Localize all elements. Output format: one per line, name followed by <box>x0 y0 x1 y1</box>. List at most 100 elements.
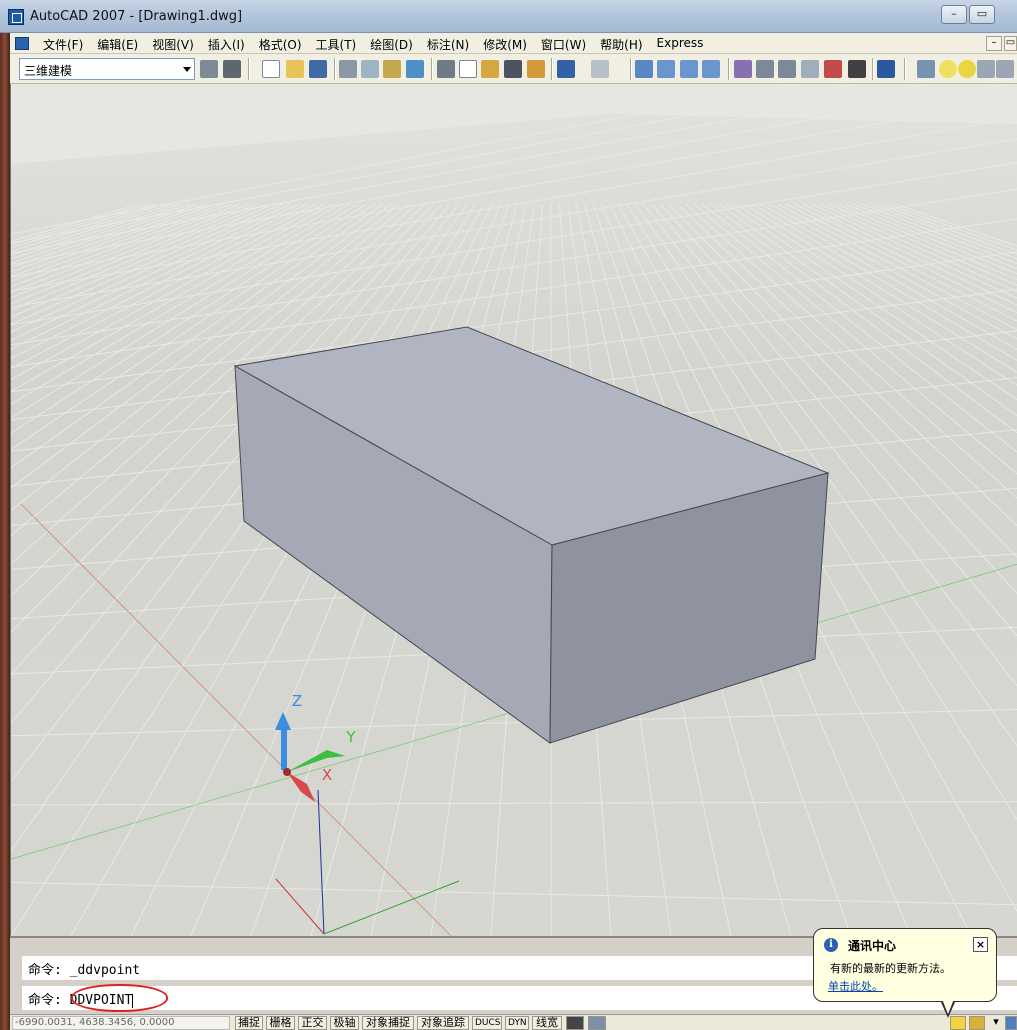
doc-minimize-button[interactable]: – <box>986 36 1002 51</box>
pan-icon[interactable] <box>635 60 653 78</box>
workspace-select-value: 三维建模 <box>24 64 73 78</box>
block-editor-icon[interactable] <box>527 60 545 78</box>
zoom-realtime-icon[interactable] <box>657 60 675 78</box>
minimize-button[interactable]: – <box>941 5 967 24</box>
menu-window[interactable]: 窗口(W) <box>534 36 593 53</box>
polar-button[interactable]: 极轴 <box>330 1016 359 1030</box>
menu-format[interactable]: 格式(O) <box>252 36 309 53</box>
lock-icon[interactable] <box>969 1016 985 1030</box>
balloon-pointer-fill <box>942 999 954 1014</box>
toolbar-separator <box>904 58 906 80</box>
layer-freeze-icon[interactable] <box>958 60 976 78</box>
new-file-icon[interactable] <box>262 60 280 78</box>
menu-modify[interactable]: 修改(M) <box>476 36 534 53</box>
lineweight-button[interactable]: 线宽 <box>532 1016 562 1030</box>
3d-scene[interactable]: Z Y X <box>11 84 1017 936</box>
layer-manager-icon[interactable] <box>917 60 935 78</box>
match-properties-icon[interactable] <box>504 60 522 78</box>
ducs-button[interactable]: DUCS <box>472 1016 502 1030</box>
publish-icon[interactable] <box>383 60 401 78</box>
ortho-button[interactable]: 正交 <box>298 1016 327 1030</box>
toolbar-separator <box>248 58 250 80</box>
ucs-y-label: Y <box>345 728 356 746</box>
copy-icon[interactable] <box>459 60 477 78</box>
ucs-z-label: Z <box>292 692 302 710</box>
drawing-viewport[interactable]: Z Y X <box>10 84 1017 936</box>
toolbar-separator <box>431 58 433 80</box>
save-icon[interactable] <box>309 60 327 78</box>
publish-web-icon[interactable] <box>406 60 424 78</box>
maximize-viewport-icon[interactable] <box>588 1016 606 1030</box>
balloon-close-button[interactable]: × <box>973 937 988 952</box>
menu-insert[interactable]: 插入(I) <box>201 36 252 53</box>
osnap-button[interactable]: 对象捕捉 <box>362 1016 414 1030</box>
menu-bar: 文件(F) 编辑(E) 视图(V) 插入(I) 格式(O) 工具(T) 绘图(D… <box>10 33 1017 54</box>
menu-dimension[interactable]: 标注(N) <box>420 36 476 53</box>
ucs-x-label: X <box>322 766 332 784</box>
info-icon: i <box>824 938 838 952</box>
markup-icon[interactable] <box>824 60 842 78</box>
standard-toolbar: 三维建模 <box>10 54 1017 84</box>
grid-button[interactable]: 栅格 <box>266 1016 295 1030</box>
menu-express[interactable]: Express <box>650 36 711 53</box>
chevron-down-icon <box>183 67 191 72</box>
workspace-select[interactable]: 三维建模 <box>19 58 195 80</box>
ucs-origin <box>283 768 291 776</box>
zoom-previous-icon[interactable] <box>702 60 720 78</box>
print-icon[interactable] <box>339 60 357 78</box>
zoom-window-icon[interactable] <box>680 60 698 78</box>
red-highlight-ellipse <box>71 984 168 1012</box>
balloon-title: 通讯中心 <box>848 939 897 953</box>
menu-view[interactable]: 视图(V) <box>145 36 201 53</box>
toolbar-separator <box>872 58 874 80</box>
design-center-icon[interactable] <box>756 60 774 78</box>
open-folder-icon[interactable] <box>286 60 304 78</box>
toolbar-separator <box>551 58 553 80</box>
workspace-settings-icon[interactable] <box>200 60 218 78</box>
command-prompt: 命令: <box>28 993 62 1008</box>
dyn-button[interactable]: DYN <box>505 1016 529 1030</box>
otrack-button[interactable]: 对象追踪 <box>417 1016 469 1030</box>
communication-center-balloon: i 通讯中心 × 有新的最新的更新方法。 单击此处。 <box>813 928 997 1002</box>
chevron-down-icon[interactable]: ▾ <box>990 1016 1002 1030</box>
toolbar-separator <box>728 58 730 80</box>
paste-icon[interactable] <box>481 60 499 78</box>
status-bar: -6990.0031, 4638.3456, 0.0000 捕捉 栅格 正交 极… <box>10 1014 1017 1030</box>
properties-icon[interactable] <box>734 60 752 78</box>
calculator-icon[interactable] <box>848 60 866 78</box>
sheet-set-icon[interactable] <box>801 60 819 78</box>
help-icon[interactable] <box>877 60 895 78</box>
toolbar-separator <box>334 58 336 80</box>
window-title: AutoCAD 2007 - [Drawing1.dwg] <box>30 9 243 24</box>
model-space-icon[interactable] <box>566 1016 584 1030</box>
snap-button[interactable]: 捕捉 <box>235 1016 263 1030</box>
menu-file[interactable]: 文件(F) <box>36 36 90 53</box>
balloon-message: 有新的最新的更新方法。 <box>830 962 951 975</box>
menu-edit[interactable]: 编辑(E) <box>90 36 145 53</box>
cut-icon[interactable] <box>437 60 455 78</box>
menu-tools[interactable]: 工具(T) <box>309 36 364 53</box>
tool-palettes-icon[interactable] <box>778 60 796 78</box>
layer-color-icon[interactable] <box>996 60 1014 78</box>
menu-draw[interactable]: 绘图(D) <box>363 36 420 53</box>
warning-icon[interactable] <box>950 1016 966 1030</box>
autocad-app-icon[interactable] <box>8 9 24 25</box>
workspace-save-icon[interactable] <box>223 60 241 78</box>
toolbar-separator <box>630 58 632 80</box>
print-preview-icon[interactable] <box>361 60 379 78</box>
ucs-z-shaft <box>281 730 287 770</box>
title-bar: AutoCAD 2007 - [Drawing1.dwg] – ▭ <box>0 0 1017 33</box>
coordinates-readout: -6990.0031, 4638.3456, 0.0000 <box>12 1016 230 1030</box>
clean-screen-icon[interactable] <box>1005 1016 1017 1030</box>
document-icon[interactable] <box>15 37 29 50</box>
undo-icon[interactable] <box>557 60 575 78</box>
desktop-background-strip <box>0 33 10 1030</box>
layer-lock-icon[interactable] <box>977 60 995 78</box>
restore-button[interactable]: ▭ <box>969 5 995 24</box>
menu-help[interactable]: 帮助(H) <box>593 36 649 53</box>
menu-list: 文件(F) 编辑(E) 视图(V) 插入(I) 格式(O) 工具(T) 绘图(D… <box>36 36 710 53</box>
doc-restore-button[interactable]: ▭ <box>1004 36 1017 51</box>
layer-on-icon[interactable] <box>939 60 957 78</box>
balloon-link[interactable]: 单击此处。 <box>828 978 883 994</box>
redo-icon[interactable] <box>591 60 609 78</box>
